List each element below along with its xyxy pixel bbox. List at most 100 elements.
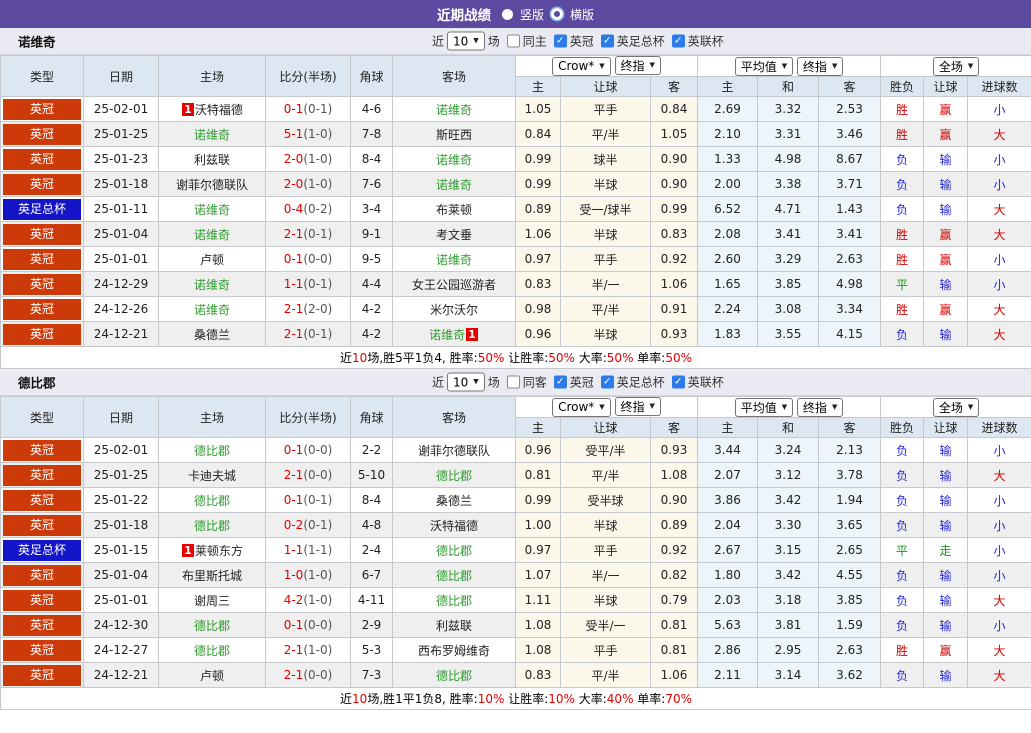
- match-row: 英冠 25-02-01 1 沃特福德 0-1(0-1) 4-6 诺维奇 1.05 …: [0, 96, 1031, 122]
- match-date: 24-12-30: [83, 612, 159, 638]
- result-wdl: 胜: [880, 221, 925, 247]
- handicap-home-odds: 0.97: [515, 246, 561, 272]
- chevron-down-icon: ▼: [599, 61, 605, 70]
- avg-draw-odds: 3.14: [757, 662, 820, 688]
- league-label: 英联杯: [687, 34, 724, 49]
- col-header-result-goals: 进球数: [967, 417, 1031, 438]
- competition-badge: 英冠: [3, 273, 81, 295]
- average-time-select[interactable]: 终指 ▼: [796, 56, 844, 76]
- match-count-select[interactable]: 10 ▼: [447, 31, 485, 51]
- handicap-line: 半/一: [560, 562, 651, 588]
- col-header-result-wdl: 胜负: [880, 417, 925, 438]
- result-wdl: 胜: [880, 637, 925, 663]
- avg-draw-odds: 3.12: [757, 462, 820, 488]
- handicap-away-odds: 0.93: [649, 437, 699, 463]
- match-type-cell: 英冠: [0, 246, 84, 272]
- odds-time-select[interactable]: 终指 ▼: [614, 56, 661, 76]
- avg-away-odds: 4.15: [818, 321, 882, 347]
- league-checkbox-0[interactable]: ✓: [553, 375, 567, 389]
- result-wdl: 负: [880, 512, 925, 538]
- chevron-down-icon: ▼: [831, 61, 838, 70]
- col-header-corner: 角球: [350, 396, 393, 438]
- competition-badge: 英冠: [3, 564, 81, 586]
- scope-select[interactable]: 全场 ▼: [932, 56, 980, 76]
- same-venue-checkbox[interactable]: [506, 34, 520, 48]
- home-team-cell: 德比郡: [158, 487, 266, 513]
- avg-draw-odds: 3.24: [757, 437, 820, 463]
- match-date: 25-01-22: [83, 487, 159, 513]
- away-team-cell: 诺维奇: [392, 171, 516, 197]
- competition-badge: 英冠: [3, 173, 81, 195]
- match-date: 24-12-27: [83, 637, 159, 663]
- result-handicap: 输: [923, 321, 969, 347]
- home-team-cell: 利兹联: [158, 146, 266, 172]
- league-checkbox-0[interactable]: ✓: [553, 34, 567, 48]
- col-header-result-handicap: 让球: [923, 417, 969, 438]
- results-table: 类型 日期 主场 比分(半场) 角球 客场 Crow* ▼ 终指 ▼ 平均值 ▼ 终指…: [0, 55, 1031, 369]
- result-wdl: 胜: [880, 121, 925, 147]
- avg-away-odds: 3.34: [818, 296, 882, 322]
- competition-badge: 英冠: [3, 148, 81, 170]
- avg-away-odds: 3.71: [818, 171, 882, 197]
- handicap-home-odds: 1.11: [515, 587, 561, 613]
- result-handicap: 赢: [923, 246, 969, 272]
- handicap-home-odds: 1.06: [515, 221, 561, 247]
- away-team-cell: 诺维奇: [392, 146, 516, 172]
- away-team-cell: 德比郡: [392, 562, 516, 588]
- match-row: 英冠 25-01-18 德比郡 0-2(0-1) 4-8 沃特福德 1.00 半…: [0, 512, 1031, 538]
- average-select[interactable]: 平均值 ▼: [734, 56, 794, 76]
- chevron-down-icon: ▼: [781, 61, 788, 70]
- avg-draw-odds: 3.30: [757, 512, 820, 538]
- competition-badge: 英冠: [3, 464, 81, 486]
- competition-badge: 英冠: [3, 439, 81, 461]
- league-label: 英足总杯: [616, 375, 665, 390]
- home-team-cell: 诺维奇: [158, 196, 266, 222]
- vertical-layout-radio[interactable]: [501, 8, 513, 20]
- result-goals: 小: [967, 246, 1031, 272]
- match-type-cell: 英冠: [0, 462, 84, 488]
- score-cell: 2-1(2-0): [265, 296, 351, 322]
- avg-home-odds: 2.86: [697, 637, 759, 663]
- match-date: 24-12-26: [83, 296, 159, 322]
- league-label: 英冠: [569, 375, 594, 390]
- corners-cell: 2-9: [350, 612, 393, 638]
- average-select[interactable]: 平均值 ▼: [734, 397, 794, 417]
- match-count-select[interactable]: 10 ▼: [447, 372, 485, 392]
- same-venue-label: 同主: [522, 34, 547, 49]
- odds-time-select[interactable]: 终指 ▼: [614, 397, 661, 417]
- odds-company-select[interactable]: Crow* ▼: [552, 397, 611, 417]
- handicap-line: 半/一: [560, 271, 651, 297]
- score-cell: 2-0(1-0): [265, 171, 351, 197]
- chevron-down-icon: ▼: [967, 61, 974, 70]
- league-label: 英冠: [569, 34, 594, 49]
- home-team-cell: 卢顿: [158, 246, 266, 272]
- col-header-home: 主场: [158, 55, 266, 97]
- average-time-select[interactable]: 终指 ▼: [796, 397, 844, 417]
- handicap-line: 半球: [560, 171, 651, 197]
- avg-draw-odds: 3.81: [757, 612, 820, 638]
- avg-away-odds: 3.65: [818, 512, 882, 538]
- team-section: 诺维奇 近 10 ▼ 场 同主 ✓ 英冠 ✓ 英足总杯 ✓ 英联杯 类型 日期 …: [0, 28, 1031, 369]
- competition-badge: 英冠: [3, 248, 81, 270]
- result-handicap: 输: [923, 487, 969, 513]
- same-venue-label: 同客: [522, 375, 547, 390]
- avg-home-odds: 2.69: [697, 96, 759, 122]
- handicap-away-odds: 0.84: [649, 96, 699, 122]
- odds-company-select[interactable]: Crow* ▼: [552, 56, 611, 76]
- chevron-down-icon: ▼: [967, 402, 974, 411]
- handicap-away-odds: 0.81: [649, 612, 699, 638]
- league-checkbox-2[interactable]: ✓: [671, 34, 685, 48]
- horizontal-layout-radio[interactable]: [551, 8, 563, 20]
- score-cell: 2-0(1-0): [265, 146, 351, 172]
- league-checkbox-1[interactable]: ✓: [600, 34, 614, 48]
- scope-select[interactable]: 全场 ▼: [932, 397, 980, 417]
- results-table: 类型 日期 主场 比分(半场) 角球 客场 Crow* ▼ 终指 ▼ 平均值 ▼ 终指…: [0, 396, 1031, 710]
- result-handicap: 输: [923, 171, 969, 197]
- league-checkbox-1[interactable]: ✓: [600, 375, 614, 389]
- handicap-group-header: Crow* ▼ 终指 ▼: [514, 396, 699, 418]
- result-wdl: 负: [880, 171, 925, 197]
- away-team-cell: 西布罗姆维奇: [392, 637, 516, 663]
- corners-cell: 4-4: [350, 271, 393, 297]
- same-venue-checkbox[interactable]: [506, 375, 520, 389]
- league-checkbox-2[interactable]: ✓: [671, 375, 685, 389]
